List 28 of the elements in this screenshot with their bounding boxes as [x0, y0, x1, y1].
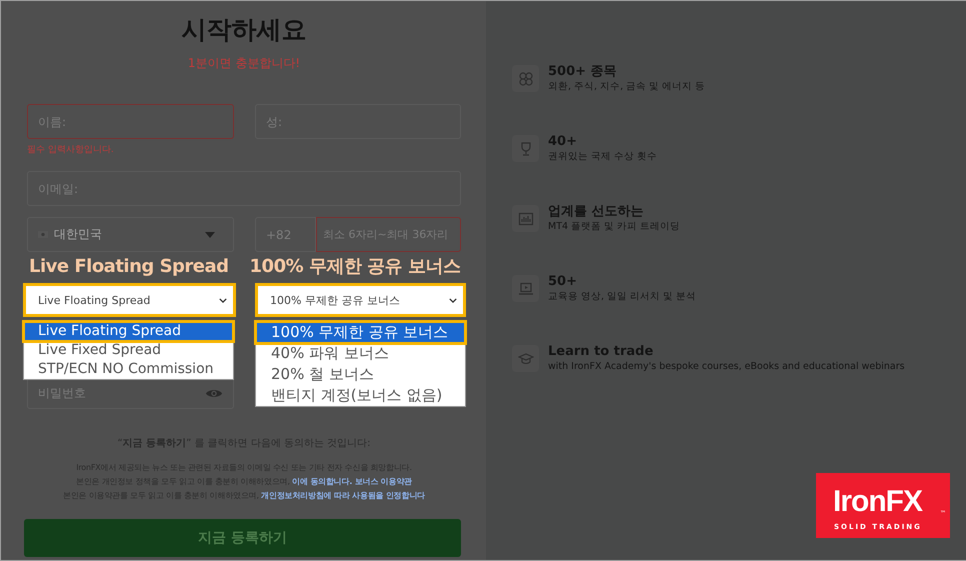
dropdown-option[interactable]: 밴티지 계정(보너스 없음) [256, 385, 465, 406]
trophy-icon [512, 135, 539, 162]
annotation-label: 100% 무제한 공유 보너스 [250, 255, 460, 278]
dropdown-option[interactable]: 100% 무제한 공유 보너스 [256, 322, 465, 343]
dropdown-option[interactable]: Live Fixed Spread [24, 341, 233, 360]
caret-icon [205, 232, 215, 238]
flag-icon [38, 231, 48, 238]
logo-wordmark: IronFX [833, 487, 922, 517]
page-subtitle: 1분이면 충분합니다! [186, 55, 302, 72]
dropdown-option[interactable]: STP/ECN NO Commission [24, 360, 233, 379]
grid-icon [512, 65, 539, 92]
chevron-icon [449, 298, 457, 302]
dropdown-select[interactable]: 100% 무제한 공유 보너스 [255, 283, 466, 317]
annotation-label: Live Floating Spread [29, 256, 229, 276]
error-message: 필수 입력사항입니다. [27, 144, 115, 157]
dropdown-select[interactable]: Live Floating Spread [23, 283, 236, 317]
chevron-icon [219, 298, 227, 302]
laptop-icon [512, 275, 539, 302]
consent-link[interactable]: 개인정보처리방침에 따라 사용됨을 인정합니다 [261, 491, 425, 500]
eye-icon[interactable] [205, 388, 223, 398]
dropdown-option[interactable]: 40% 파워 보너스 [256, 343, 465, 364]
dropdown-option[interactable]: 20% 철 보너스 [256, 364, 465, 385]
page-title: 시작하세요 [180, 14, 308, 46]
chart-icon [512, 205, 539, 232]
country-select[interactable]: 대한민국 [27, 217, 234, 252]
graduation-cap-icon [512, 345, 539, 372]
dropdown-option[interactable]: Live Floating Spread [24, 322, 233, 341]
consent-link[interactable]: 이에 동의합니다. 보너스 이용약관 [292, 477, 412, 486]
